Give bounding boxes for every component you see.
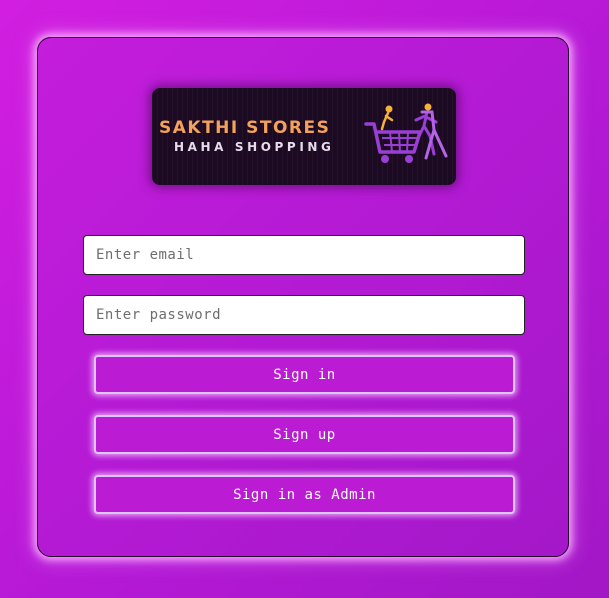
shopping-cart-icon [364,103,448,163]
login-card: SAKTHI STORES HAHA SHOPPING Sign in Sign… [37,37,569,557]
email-input[interactable] [83,235,525,275]
admin-sign-in-button[interactable]: Sign in as Admin [94,475,515,514]
password-input[interactable] [83,295,525,335]
store-logo: SAKTHI STORES HAHA SHOPPING [152,88,456,185]
sign-in-button[interactable]: Sign in [94,355,515,394]
logo-subtitle: HAHA SHOPPING [174,140,335,154]
logo-title: SAKTHI STORES [159,118,331,138]
sign-up-button[interactable]: Sign up [94,415,515,454]
